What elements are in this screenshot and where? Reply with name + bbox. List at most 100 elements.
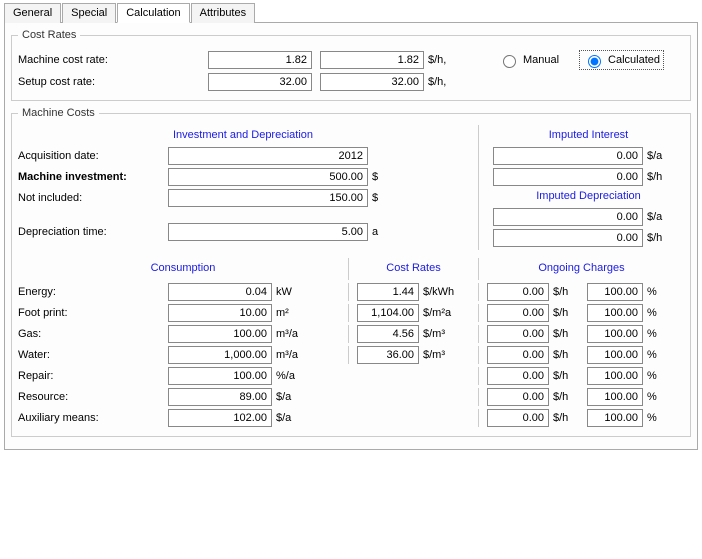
ongoing-charge-pct-unit: %	[647, 286, 659, 298]
imputed-dep-head: Imputed Depreciation	[493, 190, 684, 202]
ongoing-charge-pct-input[interactable]	[587, 367, 643, 385]
imputed-interest-h-input[interactable]	[493, 168, 643, 186]
depreciation-time-input[interactable]	[168, 223, 368, 241]
imputed-dep-a-input[interactable]	[493, 208, 643, 226]
radio-manual[interactable]: Manual	[498, 52, 559, 68]
ongoing-charge-pct-input[interactable]	[587, 388, 643, 406]
ongoing-charge-pct-unit: %	[647, 391, 659, 403]
consumption-row: Water:m³/a$/m³$/h%	[18, 346, 684, 364]
consumption-row: Foot print: m² $/m²a $/h%	[18, 304, 684, 322]
setup-cost-rate-input-2[interactable]	[320, 73, 424, 91]
ongoing-charge-unit: $/h	[553, 286, 579, 298]
ongoing-charge-pct-input[interactable]	[587, 346, 643, 364]
radio-manual-input[interactable]	[503, 55, 516, 68]
ongoing-charges-head: Ongoing Charges	[479, 262, 684, 274]
ongoing-charge-pct-unit: %	[647, 349, 659, 361]
cost-rate-unit: $/kWh	[423, 286, 459, 298]
ongoing-charge-pct-unit: %	[647, 412, 659, 424]
radio-calculated[interactable]: Calculated	[579, 50, 664, 70]
calculation-panel: Cost Rates Machine cost rate: $/h, Manua…	[4, 22, 698, 450]
consumption-head: Consumption	[18, 262, 348, 274]
cost-rate-input[interactable]	[357, 304, 419, 322]
tab-special[interactable]: Special	[62, 3, 116, 23]
consumption-value-input[interactable]	[168, 283, 272, 301]
ongoing-charge-unit: $/h	[553, 412, 579, 424]
machine-investment-label: Machine investment:	[18, 171, 168, 183]
consumption-unit: m³/a	[276, 328, 312, 340]
ongoing-charge-input[interactable]	[487, 325, 549, 343]
consumption-row: Repair:%/a$/h%	[18, 367, 684, 385]
tab-calculation[interactable]: Calculation	[117, 3, 189, 23]
ongoing-charge-pct-input[interactable]	[587, 409, 643, 427]
setup-cost-rate-input-1[interactable]	[208, 73, 312, 91]
ongoing-charge-input[interactable]	[487, 304, 549, 322]
consumption-label: Repair:	[18, 370, 168, 382]
consumption-unit: $/a	[276, 412, 312, 424]
imputed-interest-h-unit: $/h	[647, 171, 683, 183]
ongoing-charge-pct-input[interactable]	[587, 304, 643, 322]
consumption-value-input[interactable]	[168, 346, 272, 364]
consumption-value-input[interactable]	[168, 325, 272, 343]
machine-investment-input[interactable]	[168, 168, 368, 186]
consumption-label: Energy:	[18, 286, 168, 298]
imputed-interest-head: Imputed Interest	[493, 129, 684, 141]
acquisition-date-input[interactable]	[168, 147, 368, 165]
not-included-label: Not included:	[18, 192, 168, 204]
consumption-label: Gas:	[18, 328, 168, 340]
consumption-row: Auxiliary means: $/a $/h%	[18, 409, 684, 427]
machine-cost-rate-label: Machine cost rate:	[18, 54, 168, 66]
consumption-unit: $/a	[276, 391, 312, 403]
consumption-label: Resource:	[18, 391, 168, 403]
ongoing-charge-pct-input[interactable]	[587, 325, 643, 343]
consumption-row: Gas:m³/a$/m³$/h%	[18, 325, 684, 343]
imputed-dep-a-unit: $/a	[647, 211, 683, 223]
ongoing-charge-unit: $/h	[553, 391, 579, 403]
imputed-dep-h-unit: $/h	[647, 232, 683, 244]
consumption-unit: kW	[276, 286, 312, 298]
machine-costs-legend: Machine Costs	[18, 107, 99, 119]
ongoing-charge-input[interactable]	[487, 283, 549, 301]
consumption-label: Foot print:	[18, 307, 168, 319]
depreciation-time-unit: a	[372, 226, 408, 238]
cost-rate-input[interactable]	[357, 283, 419, 301]
consumption-row: Resource: $/a $/h%	[18, 388, 684, 406]
consumption-unit: m³/a	[276, 349, 312, 361]
ongoing-charge-input[interactable]	[487, 346, 549, 364]
consumption-label: Auxiliary means:	[18, 412, 168, 424]
consumption-value-input[interactable]	[168, 409, 272, 427]
consumption-unit: m²	[276, 307, 312, 319]
radio-calculated-input[interactable]	[588, 55, 601, 68]
setup-cost-rate-unit: $/h,	[428, 76, 464, 88]
setup-cost-rate-label: Setup cost rate:	[18, 76, 168, 88]
machine-cost-rate-input-2[interactable]	[320, 51, 424, 69]
cost-rates-legend: Cost Rates	[18, 29, 80, 41]
not-included-input[interactable]	[168, 189, 368, 207]
radio-manual-label: Manual	[523, 54, 559, 66]
consumption-value-input[interactable]	[168, 304, 272, 322]
ongoing-charge-unit: $/h	[553, 370, 579, 382]
ongoing-charge-pct-input[interactable]	[587, 283, 643, 301]
ongoing-charge-unit: $/h	[553, 349, 579, 361]
depreciation-time-label: Depreciation time:	[18, 226, 168, 238]
consumption-value-input[interactable]	[168, 388, 272, 406]
ongoing-charge-pct-unit: %	[647, 307, 659, 319]
tab-strip: General Special Calculation Attributes	[0, 0, 702, 22]
machine-cost-rate-unit: $/h,	[428, 54, 464, 66]
tab-attributes[interactable]: Attributes	[191, 3, 255, 23]
cost-rate-unit: $/m³	[423, 328, 459, 340]
consumption-unit: %/a	[276, 370, 312, 382]
machine-cost-rate-input-1[interactable]	[208, 51, 312, 69]
not-included-unit: $	[372, 192, 408, 204]
ongoing-charge-input[interactable]	[487, 367, 549, 385]
cost-rate-input[interactable]	[357, 325, 419, 343]
cost-rates-head: Cost Rates	[349, 262, 478, 274]
tab-general[interactable]: General	[4, 3, 61, 23]
cost-rate-unit: $/m²a	[423, 307, 459, 319]
ongoing-charge-input[interactable]	[487, 388, 549, 406]
imputed-interest-a-input[interactable]	[493, 147, 643, 165]
consumption-value-input[interactable]	[168, 367, 272, 385]
ongoing-charge-input[interactable]	[487, 409, 549, 427]
cost-rate-input[interactable]	[357, 346, 419, 364]
ongoing-charge-unit: $/h	[553, 307, 579, 319]
imputed-dep-h-input[interactable]	[493, 229, 643, 247]
